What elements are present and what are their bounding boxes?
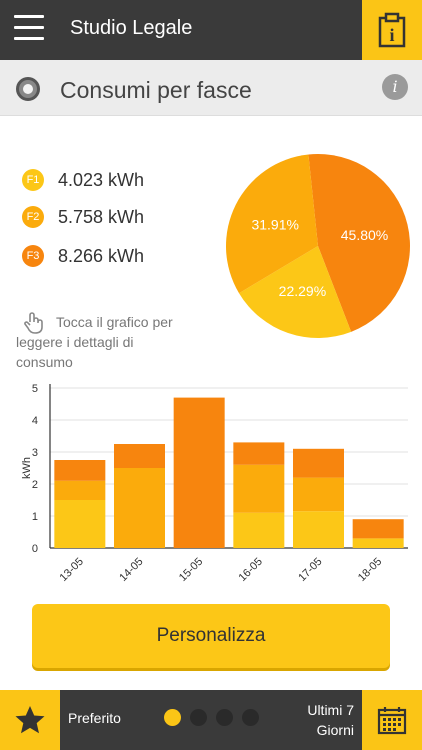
- page-dot-2[interactable]: [190, 709, 207, 726]
- y-tick-label: 4: [32, 415, 38, 427]
- bar-segment-18-05[interactable]: [352, 519, 404, 539]
- y-tick-label: 0: [32, 543, 38, 555]
- x-tick-label: 17-05: [296, 556, 324, 584]
- bar-segment-15-05[interactable]: [173, 397, 225, 548]
- pie-label-f1: 22.29%: [279, 283, 326, 299]
- page-dot-1[interactable]: [164, 709, 181, 726]
- star-icon: [15, 706, 45, 734]
- bar-segment-16-05[interactable]: [233, 464, 285, 513]
- bar-chart[interactable]: 012345kWh13-05 14-05 15-05 16-05 17-05 18-05: [0, 370, 422, 610]
- bar-segment-17-05[interactable]: [293, 511, 344, 548]
- pie-label-f2: 31.91%: [251, 217, 298, 233]
- bar-segment-13-05[interactable]: [54, 500, 106, 548]
- bar-segment-13-05[interactable]: [54, 460, 106, 481]
- pie-chart[interactable]: 45.80% 22.29% 31.91%: [0, 0, 422, 380]
- page-dot-4[interactable]: [242, 709, 259, 726]
- calendar-button[interactable]: [362, 690, 422, 750]
- personalizza-button[interactable]: Personalizza: [32, 604, 390, 668]
- x-tick-label: 13-05: [58, 556, 86, 584]
- bar-segment-14-05[interactable]: [114, 468, 165, 548]
- period-line-2: Giorni: [316, 722, 354, 738]
- y-tick-label: 2: [32, 479, 38, 491]
- y-tick-label: 1: [32, 511, 38, 523]
- favorite-label: Preferito: [68, 710, 121, 726]
- bar-segment-17-05[interactable]: [293, 448, 344, 478]
- y-tick-label: 5: [32, 383, 38, 395]
- bar-segment-16-05[interactable]: [233, 512, 285, 548]
- page-dot-3[interactable]: [216, 709, 233, 726]
- period-label[interactable]: Ultimi 7 Giorni: [264, 700, 354, 740]
- y-axis-label: kWh: [21, 457, 33, 479]
- bar-segment-17-05[interactable]: [293, 477, 344, 512]
- bottom-bar: Preferito Ultimi 7 Giorni: [0, 690, 422, 750]
- favorite-button[interactable]: [0, 690, 60, 750]
- calendar-icon: [377, 707, 407, 735]
- x-tick-label: 14-05: [117, 556, 145, 584]
- page-indicator: [164, 709, 268, 726]
- x-tick-label: 16-05: [237, 556, 265, 584]
- bar-segment-18-05[interactable]: [352, 538, 404, 548]
- bar-segment-14-05[interactable]: [114, 444, 165, 468]
- x-tick-label: 18-05: [356, 556, 384, 584]
- x-tick-label: 15-05: [177, 556, 205, 584]
- bar-segment-13-05[interactable]: [54, 480, 106, 500]
- period-line-1: Ultimi 7: [307, 702, 354, 718]
- bar-segment-16-05[interactable]: [233, 442, 285, 465]
- pie-label-f3: 45.80%: [341, 227, 388, 243]
